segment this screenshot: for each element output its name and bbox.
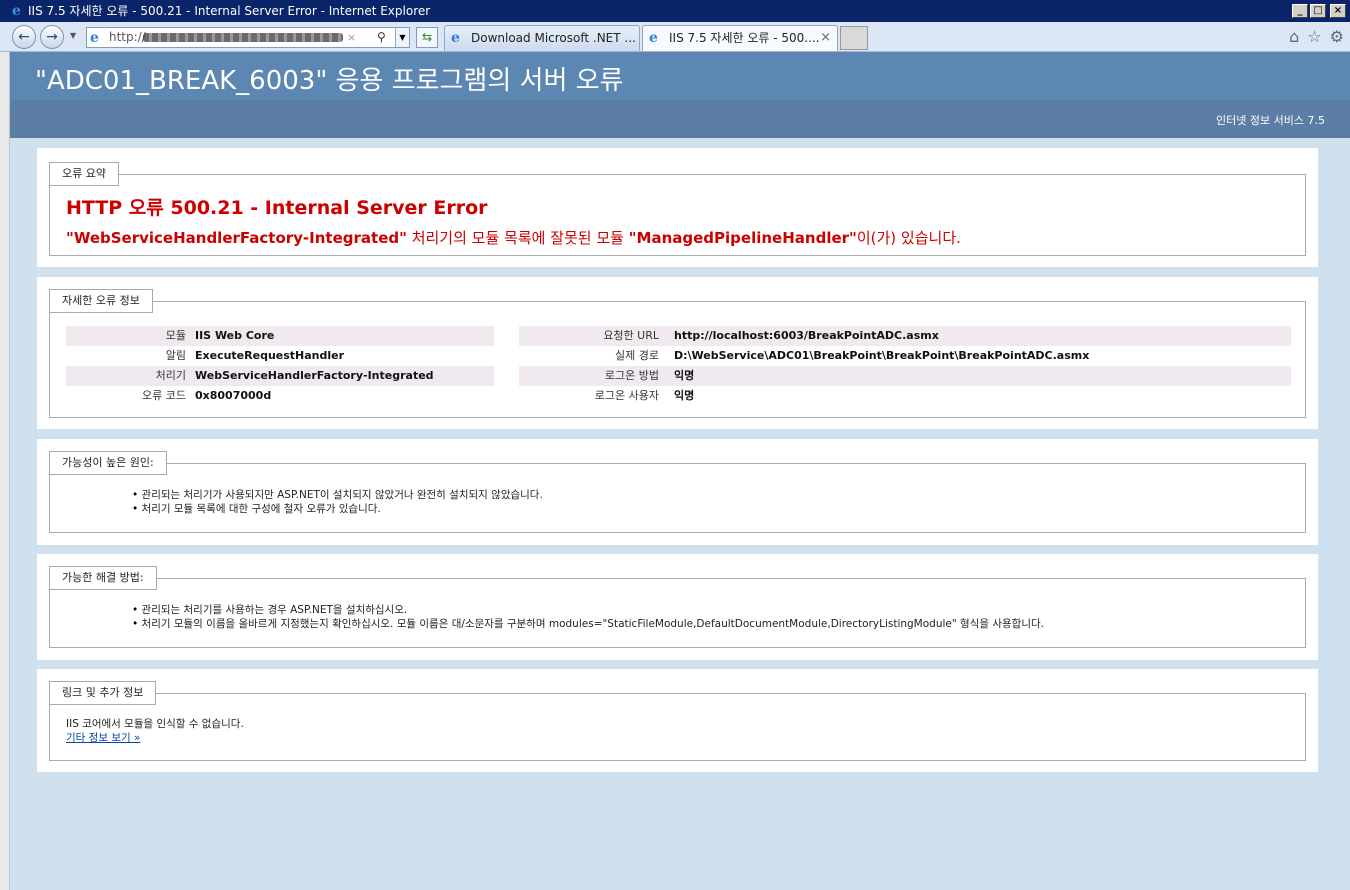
browser-tools: ⌂ ☆ ⚙ (1289, 28, 1344, 46)
links-panel: 링크 및 추가 정보 IIS 코어에서 모듈을 인식할 수 없습니다. 기타 정… (37, 669, 1318, 772)
error-summary-legend: 오류 요약 (49, 162, 119, 186)
more-info-text: IIS 코어에서 모듈을 인식할 수 없습니다. (66, 718, 244, 730)
module-name: "ManagedPipelineHandler" (628, 229, 857, 247)
detail-row-module: 모듈 IIS Web Core (66, 326, 494, 346)
browser-toolbar: ← → ▼ e http:// × ⚲ ▼ ⇆ e Download Micro… (0, 22, 1350, 52)
solutions-legend: 가능한 해결 방법: (49, 566, 157, 590)
error-description-suffix: 이(가) 있습니다. (856, 229, 961, 247)
detailed-error-fieldset: 자세한 오류 정보 모듈 IIS Web Core 알림 ExecuteRequ… (49, 289, 1306, 418)
page-favicon-icon: e (90, 30, 99, 46)
detail-row-physical-path: 실제 경로 D:\WebService\ADC01\BreakPoint\Bre… (519, 346, 1291, 366)
detail-key: 요청한 URL (603, 329, 659, 342)
forward-arrow-icon: → (46, 29, 58, 45)
close-tab-icon[interactable]: × (820, 26, 831, 50)
error-description-text: 처리기의 모듈 목록에 잘못된 모듈 (406, 229, 629, 247)
list-item: 처리기 모듈의 이름을 올바르게 지정했는지 확인하십시오. 모듈 이름은 대/… (132, 617, 1044, 631)
detail-row-logon-user: 로그온 사용자 익명 (519, 386, 1291, 406)
detail-row-requested-url: 요청한 URL http://localhost:6003/BreakPoint… (519, 326, 1291, 346)
favorites-star-icon[interactable]: ☆ (1307, 28, 1321, 46)
address-dropdown-icon[interactable]: ▼ (395, 28, 409, 47)
settings-gear-icon[interactable]: ⚙ (1330, 28, 1344, 46)
tab-favicon-icon: e (649, 30, 658, 46)
more-info-link[interactable]: 기타 정보 보기 » (66, 730, 140, 745)
handler-name: "WebServiceHandlerFactory-Integrated" (66, 229, 407, 247)
detail-key: 알림 (165, 349, 186, 362)
detail-row-error-code: 오류 코드 0x8007000d (66, 386, 494, 406)
likely-causes-fieldset: 가능성이 높은 원인: 관리되는 처리기가 사용되지만 ASP.NET이 설치되… (49, 451, 1306, 533)
solutions-fieldset: 가능한 해결 방법: 관리되는 처리기를 사용하는 경우 ASP.NET을 설치… (49, 566, 1306, 648)
links-legend: 링크 및 추가 정보 (49, 681, 157, 705)
detailed-error-panel: 자세한 오류 정보 모듈 IIS Web Core 알림 ExecuteRequ… (37, 277, 1318, 429)
window-controls: _ □ × (1292, 4, 1346, 18)
ie-logo-icon: e (12, 3, 21, 19)
error-summary-panel: 오류 요약 HTTP 오류 500.21 - Internal Server E… (37, 148, 1318, 267)
detail-row-notification: 알림 ExecuteRequestHandler (66, 346, 494, 366)
list-item: 관리되는 처리기가 사용되지만 ASP.NET이 설치되지 않았거나 완전히 설… (132, 488, 543, 502)
detail-value: 익명 (674, 389, 695, 402)
detail-key: 오류 코드 (142, 389, 186, 402)
detail-value: WebServiceHandlerFactory-Integrated (195, 369, 434, 382)
server-version: 인터넷 정보 서비스 7.5 (1216, 114, 1325, 127)
detail-key: 모듈 (165, 329, 186, 342)
tab-favicon-icon: e (451, 30, 460, 46)
links-fieldset: 링크 및 추가 정보 IIS 코어에서 모듈을 인식할 수 없습니다. 기타 정… (49, 681, 1306, 761)
detail-row-logon-method: 로그온 방법 익명 (519, 366, 1291, 386)
detail-value: 0x8007000d (195, 389, 272, 402)
causes-list: 관리되는 처리기가 사용되지만 ASP.NET이 설치되지 않았거나 완전히 설… (132, 488, 543, 516)
window-title: IIS 7.5 자세한 오류 - 500.21 - Internal Serve… (28, 4, 431, 18)
page-subheader: 인터넷 정보 서비스 7.5 (10, 100, 1350, 138)
redacted-url (143, 33, 343, 42)
solutions-panel: 가능한 해결 방법: 관리되는 처리기를 사용하는 경우 ASP.NET을 설치… (37, 554, 1318, 660)
detail-value: IIS Web Core (195, 329, 275, 342)
address-bar[interactable]: e http:// × ⚲ ▼ (86, 27, 410, 48)
tab-iis-error[interactable]: e IIS 7.5 자세한 오류 - 500.... × (642, 25, 838, 51)
tab-label: Download Microsoft .NET ... (471, 31, 636, 45)
error-summary-fieldset: 오류 요약 HTTP 오류 500.21 - Internal Server E… (49, 162, 1306, 256)
window-left-border (0, 52, 10, 890)
search-icon[interactable]: ⚲ (377, 28, 386, 47)
tab-download-dotnet[interactable]: e Download Microsoft .NET ... (444, 25, 640, 51)
detail-value: D:\WebService\ADC01\BreakPoint\BreakPoin… (674, 349, 1090, 362)
likely-causes-legend: 가능성이 높은 원인: (49, 451, 167, 475)
history-dropdown-icon[interactable]: ▼ (70, 31, 76, 40)
clear-address-icon[interactable]: × (347, 28, 356, 47)
home-icon[interactable]: ⌂ (1289, 28, 1299, 46)
error-description: "WebServiceHandlerFactory-Integrated" 처리… (66, 227, 961, 248)
list-item: 관리되는 처리기를 사용하는 경우 ASP.NET을 설치하십시오. (132, 603, 1044, 617)
tab-label: IIS 7.5 자세한 오류 - 500.... (669, 31, 820, 45)
detail-value: 익명 (674, 369, 695, 382)
page-header: "ADC01_BREAK_6003" 응용 프로그램의 서버 오류 (10, 52, 1350, 100)
minimize-button[interactable]: _ (1292, 4, 1308, 18)
back-button[interactable]: ← (12, 25, 36, 49)
detail-value: ExecuteRequestHandler (195, 349, 345, 362)
likely-causes-panel: 가능성이 높은 원인: 관리되는 처리기가 사용되지만 ASP.NET이 설치되… (37, 439, 1318, 545)
error-title: HTTP 오류 500.21 - Internal Server Error (66, 197, 488, 219)
compatibility-refresh-button[interactable]: ⇆ (416, 27, 438, 48)
detail-row-handler: 처리기 WebServiceHandlerFactory-Integrated (66, 366, 494, 386)
window-titlebar: e IIS 7.5 자세한 오류 - 500.21 - Internal Ser… (0, 0, 1350, 22)
detail-key: 로그온 사용자 (594, 389, 659, 402)
detail-key: 처리기 (155, 369, 186, 382)
address-url-text: http:// (109, 30, 146, 44)
forward-button[interactable]: → (40, 25, 64, 49)
detail-value: http://localhost:6003/BreakPointADC.asmx (674, 329, 939, 342)
detail-key: 로그온 방법 (604, 369, 659, 382)
new-tab-button[interactable] (840, 26, 868, 50)
detailed-error-legend: 자세한 오류 정보 (49, 289, 153, 313)
maximize-button[interactable]: □ (1310, 4, 1326, 18)
close-window-button[interactable]: × (1330, 4, 1346, 18)
list-item: 처리기 모듈 목록에 대한 구성에 철자 오류가 있습니다. (132, 502, 543, 516)
solutions-list: 관리되는 처리기를 사용하는 경우 ASP.NET을 설치하십시오. 처리기 모… (132, 603, 1044, 631)
detail-key: 실제 경로 (615, 349, 659, 362)
page-title: "ADC01_BREAK_6003" 응용 프로그램의 서버 오류 (35, 66, 624, 96)
back-arrow-icon: ← (18, 29, 30, 45)
refresh-icon: ⇆ (421, 30, 433, 44)
